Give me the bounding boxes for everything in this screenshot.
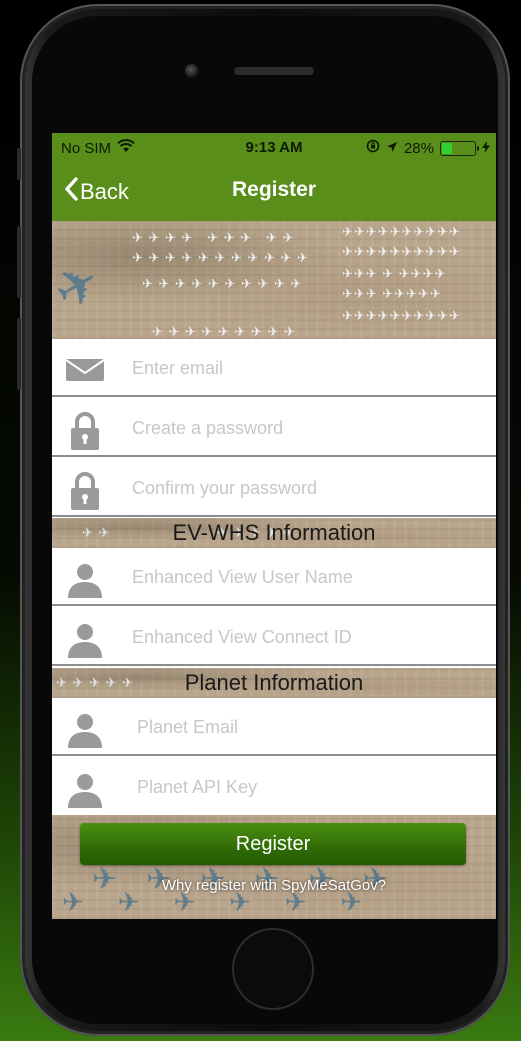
ev-username-field-row: [52, 548, 496, 606]
email-input[interactable]: [132, 351, 482, 385]
person-icon: [64, 770, 106, 808]
home-button[interactable]: [232, 928, 314, 1010]
lock-icon: [64, 471, 106, 510]
planet-section-header: ✈ ✈ ✈ ✈ ✈ Planet Information: [52, 668, 496, 698]
email-field-row: [52, 339, 496, 397]
register-button[interactable]: Register: [80, 823, 466, 865]
front-camera: [185, 64, 199, 78]
aircraft-rows-decoration: ✈ ✈ ✈ ✈ ✈ ✈ ✈ ✈ ✈ ✈: [142, 276, 303, 291]
navigation-bar: Back Register: [52, 161, 496, 221]
person-icon: [64, 560, 106, 598]
aircraft-rows-decoration: ✈ ✈ ✈ ✈ ✈ ✈ ✈ ✈ ✈ ✈ ✈: [132, 250, 309, 265]
ev-whs-section-title: EV-WHS Information: [172, 520, 376, 545]
battery-percent: 28%: [403, 139, 434, 157]
aircraft-rows-decoration: ✈✈✈✈✈✈✈✈✈✈: [342, 308, 461, 323]
aircraft-rows-decoration: ✈✈✈✈✈✈✈✈✈✈: [342, 224, 461, 239]
aircraft-rows-decoration: ✈ ✈ ✈ ✈ ✈ ✈ ✈ ✈ ✈: [152, 324, 296, 339]
aircraft-rows-decoration: ✈✈✈ ✈ ✈✈✈✈: [342, 266, 447, 281]
ev-connect-id-field-row: [52, 608, 496, 666]
register-area-background: ✈ ✈ ✈ ✈ ✈ ✈ ✈ ✈ ✈ ✈ ✈ ✈ Register Why reg…: [52, 815, 496, 919]
aircraft-rows-decoration: ✈ ✈ ✈ ✈ ✈: [56, 675, 134, 690]
planet-email-input[interactable]: [137, 710, 487, 744]
person-icon: [64, 710, 106, 748]
planet-api-key-field-row: [52, 758, 496, 815]
satellite-banner-image: ✈ ✈ ✈ ✈ ✈ ✈ ✈ ✈ ✈ ✈ ✈ ✈ ✈ ✈ ✈ ✈ ✈ ✈ ✈ ✈ …: [52, 221, 496, 339]
planet-api-key-input[interactable]: [137, 770, 487, 804]
battery-fill: [442, 142, 452, 154]
battery-icon: [440, 140, 479, 156]
location-arrow-icon: [386, 140, 398, 157]
aircraft-rows-decoration: ✈✈✈✈✈✈✈✈✈✈: [342, 244, 461, 259]
password-field-row: [52, 399, 496, 457]
envelope-icon: [64, 351, 106, 385]
lock-icon: [64, 411, 106, 450]
status-bar: No SIM 9:13 AM 28%: [52, 133, 496, 161]
create-password-input[interactable]: [132, 411, 482, 445]
planet-section-title: Planet Information: [184, 670, 364, 695]
earpiece-speaker: [234, 67, 314, 75]
mute-switch: [17, 148, 21, 180]
confirm-password-field-row: [52, 459, 496, 517]
planet-email-field-row: [52, 698, 496, 756]
why-register-link[interactable]: Why register with SpyMeSatGov?: [52, 877, 496, 894]
page-title: Register: [231, 178, 317, 201]
large-aircraft-decoration: ✈: [52, 250, 113, 324]
lock-rotation-icon: [366, 139, 380, 157]
volume-down-button: [17, 318, 21, 390]
person-icon: [64, 620, 106, 658]
charging-icon: [482, 140, 490, 157]
ev-connect-id-input[interactable]: [132, 620, 482, 654]
volume-up-button: [17, 226, 21, 298]
aircraft-rows-decoration: ✈ ✈ ✈ ✈ ✈ ✈ ✈ ✈ ✈: [132, 230, 295, 245]
app-screen: No SIM 9:13 AM 28% Back Register ✈ ✈ ✈ ✈…: [52, 133, 496, 919]
ev-whs-section-header: ✈ ✈ ✈ ✈ ✈ ✈ ✈ EV-WHS Information: [52, 518, 496, 548]
aircraft-rows-decoration: ✈✈✈ ✈✈✈✈✈: [342, 286, 442, 301]
ev-username-input[interactable]: [132, 560, 482, 594]
confirm-password-input[interactable]: [132, 471, 482, 505]
